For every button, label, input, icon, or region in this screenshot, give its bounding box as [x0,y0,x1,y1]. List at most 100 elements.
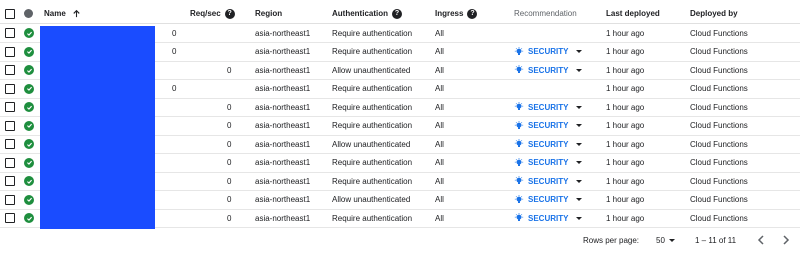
recommendation-dropdown-button[interactable] [576,154,582,172]
row-checkbox[interactable] [5,99,15,117]
caret-down-icon [576,142,582,146]
lightbulb-icon [514,102,524,112]
recommendation-dropdown-button[interactable] [576,173,582,191]
region-value: asia-northeast1 [255,102,311,112]
recommendation-dropdown-button[interactable] [576,191,582,209]
column-header-recommendation: Recommendation [514,9,577,18]
select-all-checkbox[interactable] [5,4,15,23]
lightbulb-icon [514,157,524,168]
req-sec-value: 0 [227,158,232,168]
row-checkbox[interactable] [5,136,15,154]
column-header-authentication[interactable]: Authentication ? [332,4,402,23]
authentication-value: Require authentication [332,176,413,186]
last-deployed-value: 1 hour ago [606,102,645,112]
req-sec-value: 0 [227,102,232,112]
region-value: asia-northeast1 [255,158,311,168]
chevron-left-icon [757,235,764,245]
deployed-by-value: Cloud Functions [690,121,748,131]
column-header-req-sec[interactable]: Req/sec ? [190,4,235,23]
req-sec-value: 0 [227,121,232,131]
caret-down-icon [576,198,582,202]
pagination-bar: Rows per page: 50 1 – 11 of 11 [0,229,800,251]
security-recommendation-button[interactable]: SECURITY [514,99,568,117]
next-page-button[interactable] [782,229,790,251]
row-checkbox[interactable] [5,210,15,228]
column-header-last-deployed[interactable]: Last deployed [606,4,660,23]
row-checkbox[interactable] [5,191,15,209]
rows-per-page-select[interactable]: 50 [656,229,675,251]
row-checkbox[interactable] [5,80,15,98]
authentication-value: Allow unauthenticated [332,65,411,75]
help-circle-icon[interactable]: ? [392,8,402,19]
ingress-value: All [435,121,444,131]
last-deployed-value: 1 hour ago [606,84,645,94]
last-deployed-value: 1 hour ago [606,176,645,186]
recommendation-dropdown-button[interactable] [576,210,582,228]
security-label: SECURITY [528,47,569,57]
req-sec-value: 0 [172,28,177,38]
caret-down-icon [576,68,582,72]
recommendation-dropdown-button[interactable] [576,117,582,135]
row-checkbox[interactable] [5,154,15,172]
lightbulb-icon [514,46,524,57]
status-ok-icon [24,191,34,209]
column-header-name[interactable]: Name [44,4,81,23]
recommendation-dropdown-button[interactable] [576,62,582,80]
column-header-deployed-by[interactable]: Deployed by [690,4,738,23]
column-header-region[interactable]: Region [255,4,282,23]
last-deployed-value: 1 hour ago [606,65,645,75]
recommendation-dropdown-button[interactable] [576,99,582,117]
sort-arrow-up-icon [73,9,80,18]
lightbulb-icon [514,120,524,131]
security-recommendation-button[interactable]: SECURITY [514,43,568,61]
req-sec-value: 0 [227,139,232,149]
authentication-value: Allow unauthenticated [332,139,411,149]
region-value: asia-northeast1 [255,213,311,223]
req-sec-value: 0 [172,84,177,94]
last-deployed-value: 1 hour ago [606,158,645,168]
status-ok-icon [24,25,34,43]
security-recommendation-button[interactable]: SECURITY [514,136,568,154]
lightbulb-icon [514,213,524,223]
region-value: asia-northeast1 [255,84,311,94]
req-sec-value: 0 [227,195,232,205]
status-ok-icon [24,62,34,80]
status-ok-icon [24,173,34,191]
security-recommendation-button[interactable]: SECURITY [514,117,568,135]
security-recommendation-button[interactable]: SECURITY [514,154,568,172]
last-deployed-value: 1 hour ago [606,47,645,57]
prev-page-button[interactable] [757,229,765,251]
lightbulb-icon [514,139,524,149]
recommendation-dropdown-button[interactable] [576,43,582,61]
caret-down-icon [576,124,582,128]
ingress-value: All [435,195,444,205]
req-sec-value: 0 [227,65,232,75]
security-recommendation-button[interactable]: SECURITY [514,62,568,80]
last-deployed-value: 1 hour ago [606,195,645,205]
row-checkbox[interactable] [5,43,15,61]
lightbulb-icon [514,65,524,75]
authentication-value: Require authentication [332,28,413,38]
deployed-by-value: Cloud Functions [690,139,748,149]
deployed-by-value: Cloud Functions [690,65,748,75]
recommendation-dropdown-button[interactable] [576,136,582,154]
status-ok-icon [24,43,34,61]
req-sec-value: 0 [227,176,232,186]
row-checkbox[interactable] [5,173,15,191]
status-column-icon [24,4,33,23]
status-ok-icon [24,154,34,172]
help-circle-icon[interactable]: ? [467,8,478,19]
deployed-by-value: Cloud Functions [690,84,748,94]
req-sec-value: 0 [227,213,232,223]
ingress-value: All [435,176,444,186]
column-header-ingress[interactable]: Ingress ? [435,4,478,23]
row-checkbox[interactable] [5,62,15,80]
security-recommendation-button[interactable]: SECURITY [514,210,568,228]
security-recommendation-button[interactable]: SECURITY [514,191,568,209]
row-checkbox[interactable] [5,25,15,43]
row-checkbox[interactable] [5,117,15,135]
deployed-by-value: Cloud Functions [690,47,748,57]
region-value: asia-northeast1 [255,65,311,75]
security-recommendation-button[interactable]: SECURITY [514,173,568,191]
help-circle-icon[interactable]: ? [224,8,235,19]
